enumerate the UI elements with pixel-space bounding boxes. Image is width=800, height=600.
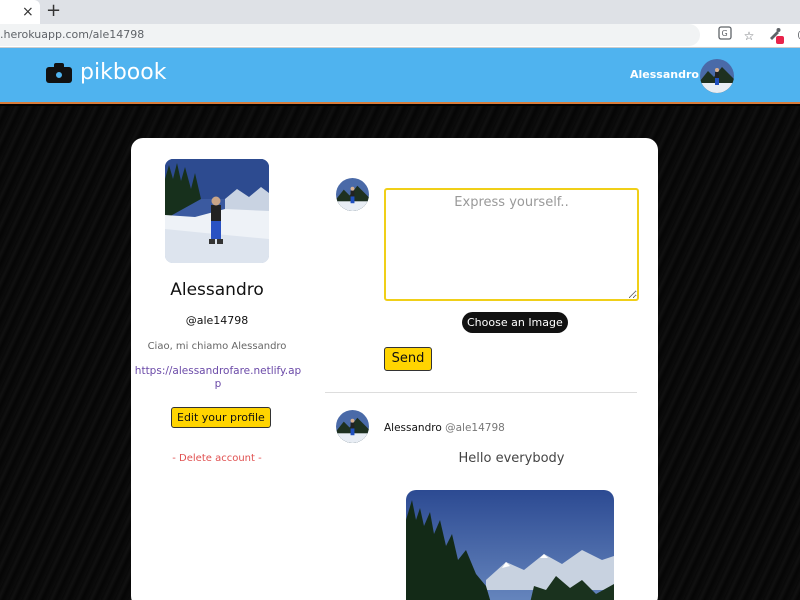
extension-badge (776, 36, 784, 44)
send-button[interactable]: Send (384, 347, 432, 371)
composer-avatar (336, 178, 369, 211)
profile-website-link[interactable]: https://alessandrofare.netlify.app (133, 365, 303, 391)
app-logo[interactable]: pikbook (80, 60, 166, 85)
post-author-name: Alessandro (384, 422, 442, 434)
profile-card: Alessandro @ale14798 Ciao, mi chiamo Ale… (131, 138, 658, 600)
profile-name: Alessandro (170, 280, 264, 300)
browser-tab[interactable]: × (0, 0, 40, 24)
star-icon[interactable]: ☆ (740, 26, 758, 46)
profile-photo (165, 159, 269, 263)
profile-handle: @ale14798 (185, 314, 249, 327)
delete-account-link[interactable]: - Delete account - (131, 453, 303, 464)
header-user-name[interactable]: Alessandro (630, 68, 699, 81)
divider (325, 392, 637, 393)
post-text: Hello everybody (458, 451, 565, 466)
choose-image-button[interactable]: Choose an Image (462, 312, 568, 333)
camera-icon[interactable] (46, 63, 72, 83)
post-image[interactable] (406, 490, 614, 600)
app-header: pikbook Alessandro (0, 48, 800, 104)
close-tab-icon[interactable]: × (22, 2, 34, 22)
browser-address-bar: .herokuapp.com/ale14798 G ☆ ( (0, 24, 800, 48)
post-author[interactable]: Alessandro @ale14798 (384, 422, 505, 434)
header-avatar[interactable] (700, 59, 734, 93)
profile-icon[interactable]: ( (790, 26, 800, 46)
translate-icon[interactable]: G (718, 26, 736, 46)
post-author-handle: @ale14798 (445, 422, 505, 434)
browser-tab-bar: × + (0, 0, 800, 24)
profile-bio: Ciao, mi chiamo Alessandro (147, 341, 287, 352)
post-author-avatar[interactable] (336, 410, 369, 443)
post-composer-input[interactable] (384, 188, 639, 301)
edit-profile-button[interactable]: Edit your profile (171, 407, 271, 428)
new-tab-button[interactable]: + (46, 1, 61, 21)
svg-text:G: G (722, 29, 728, 38)
url-field[interactable]: .herokuapp.com/ale14798 (0, 24, 700, 46)
